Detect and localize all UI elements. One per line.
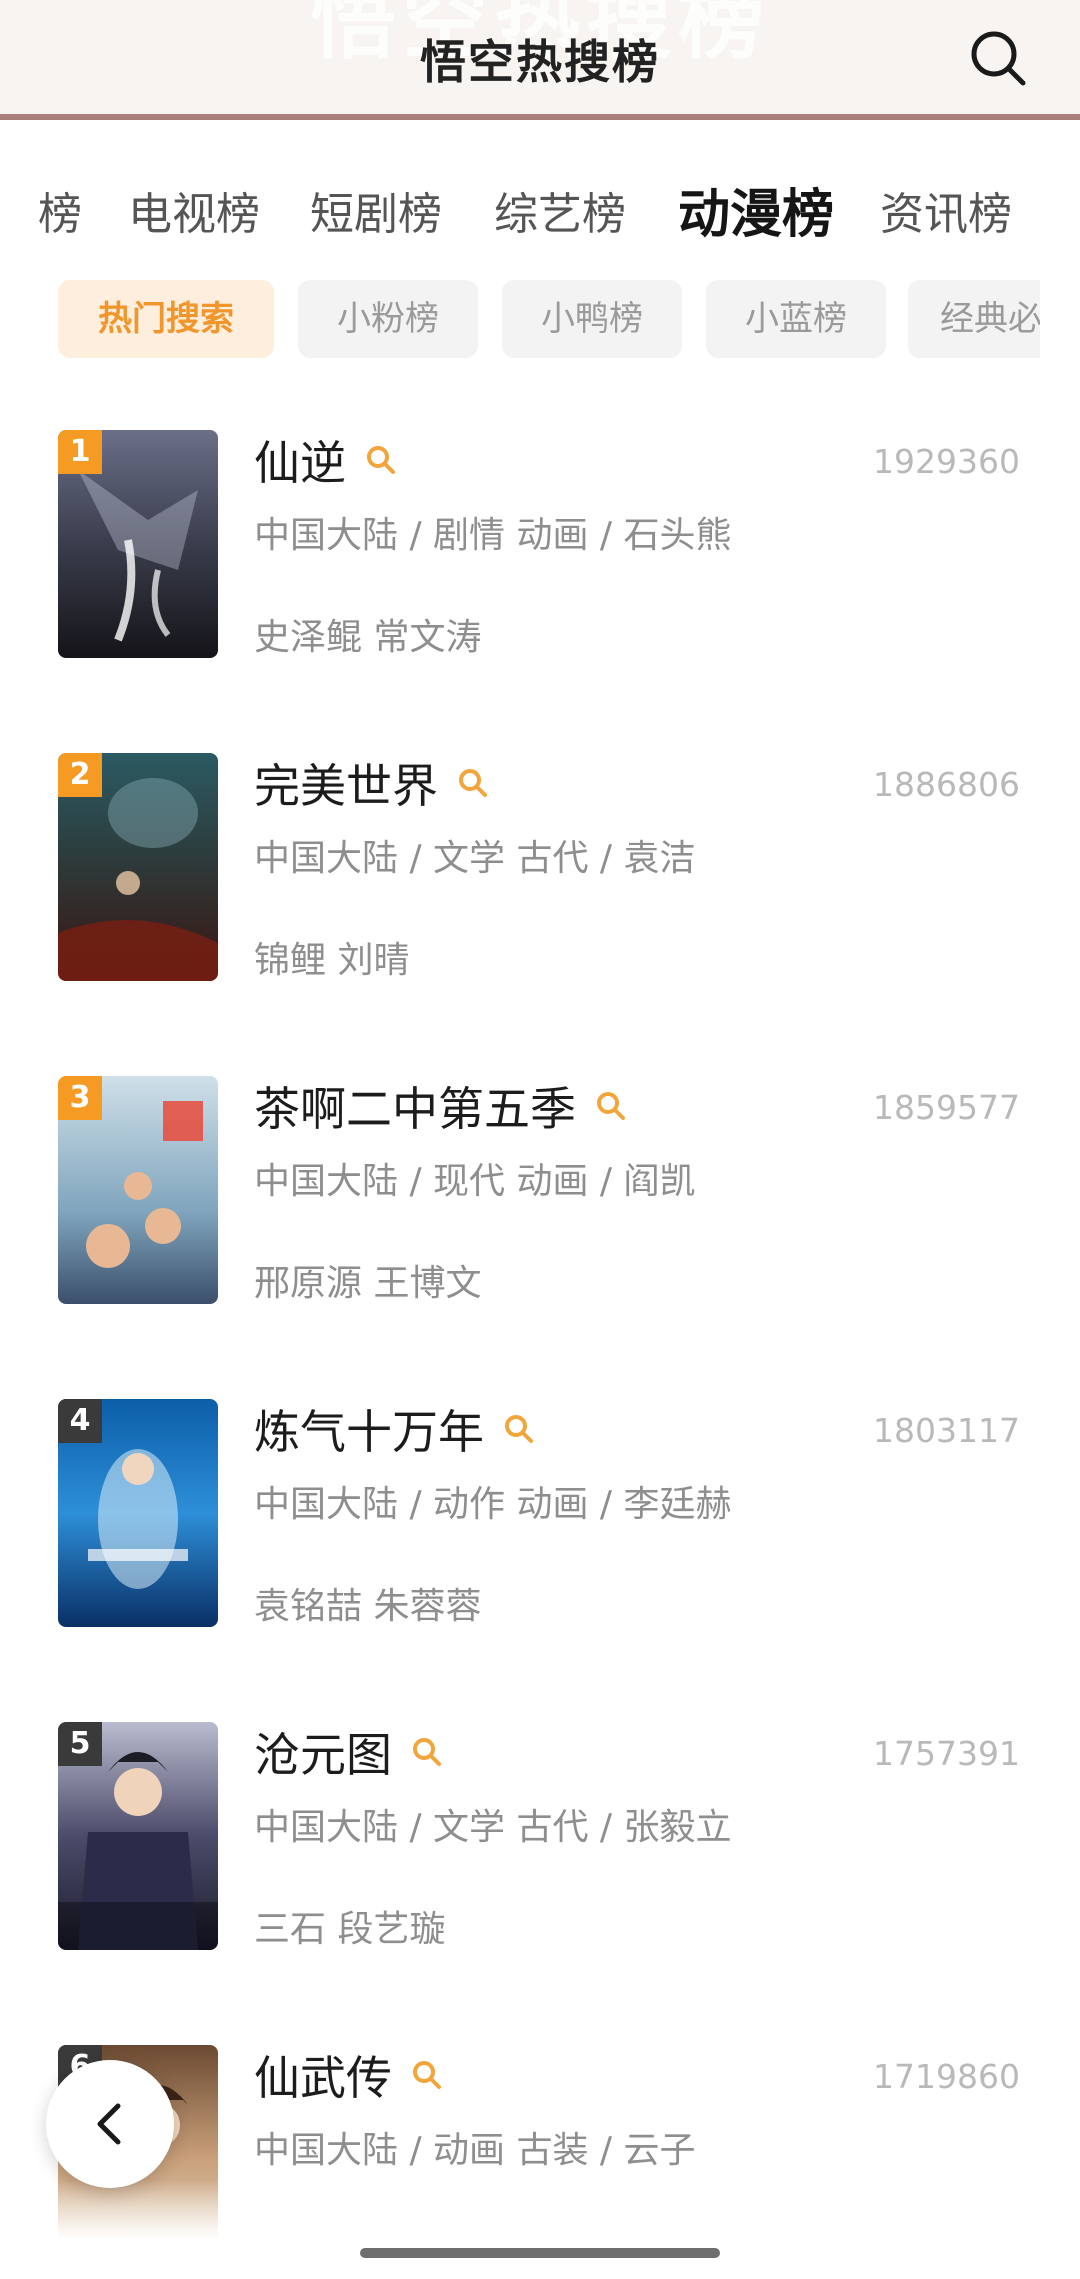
- back-button[interactable]: [46, 2060, 174, 2188]
- list-item[interactable]: 4 炼气十万年 1803117 中国大陆 / 动作 动画 / 李廷赫 袁铭喆 朱…: [0, 1399, 1080, 1629]
- search-count: 1886806: [873, 765, 1020, 804]
- item-cast: 邢原源 王博文: [254, 1263, 482, 1304]
- list-item[interactable]: 3 茶啊二中第五季 1859577 中国大陆 / 现代 动画 / 阎凯 邢原源 …: [0, 1076, 1080, 1306]
- rank-badge: 4: [58, 1399, 102, 1443]
- chip-xiaolan[interactable]: 小蓝榜: [706, 280, 886, 358]
- item-title[interactable]: 茶啊二中第五季: [254, 1073, 576, 1139]
- tab-tv[interactable]: 电视榜: [128, 180, 260, 250]
- title-row: 仙武传: [254, 2045, 444, 2105]
- tab-variety[interactable]: 综艺榜: [494, 180, 626, 250]
- header-divider: [0, 114, 1080, 120]
- item-meta: 中国大陆 / 动作 动画 / 李廷赫: [254, 1484, 732, 1525]
- tab-anime[interactable]: 动漫榜: [678, 180, 834, 250]
- title-row: 完美世界: [254, 753, 490, 813]
- list-item[interactable]: 1 仙逆 1929360 中国大陆 / 剧情 动画 / 石头熊 史泽鲲 常文涛: [0, 430, 1080, 660]
- list-item[interactable]: 5 沧元图 1757391 中国大陆 / 文学 古代 / 张毅立 三石 段艺璇: [0, 1722, 1080, 1952]
- item-title[interactable]: 炼气十万年: [254, 1396, 484, 1462]
- item-meta: 中国大陆 / 动画 古装 / 云子: [254, 2130, 696, 2171]
- search-count: 1803117: [873, 1411, 1020, 1450]
- search-hint-icon[interactable]: [456, 766, 490, 800]
- chip-hot-search[interactable]: 热门搜索: [58, 280, 274, 358]
- item-cast: 史泽鲲 常文涛: [254, 617, 482, 658]
- tab-short-drama[interactable]: 短剧榜: [310, 180, 442, 250]
- poster-image[interactable]: 2: [58, 753, 218, 981]
- category-tabs: 榜 电视榜 短剧榜 综艺榜 动漫榜 资讯榜: [0, 180, 1080, 250]
- page-title: 悟空热搜榜: [420, 35, 660, 89]
- search-count: 1859577: [873, 1088, 1020, 1127]
- chip-xiaoya[interactable]: 小鸭榜: [502, 280, 682, 358]
- bottom-fade: [0, 2180, 1080, 2279]
- poster-image[interactable]: 5: [58, 1722, 218, 1950]
- item-title[interactable]: 仙武传: [254, 2042, 392, 2108]
- tab-news[interactable]: 资讯榜: [880, 180, 1012, 250]
- title-row: 仙逆: [254, 430, 398, 490]
- search-hint-icon[interactable]: [502, 1412, 536, 1446]
- item-meta: 中国大陆 / 文学 古代 / 袁洁: [254, 838, 696, 879]
- list-item[interactable]: 2 完美世界 1886806 中国大陆 / 文学 古代 / 袁洁 锦鲤 刘晴: [0, 753, 1080, 983]
- chevron-left-icon: [97, 2103, 121, 2145]
- search-count: 1719860: [873, 2057, 1020, 2096]
- rank-badge: 1: [58, 430, 102, 474]
- item-cast: 三石 段艺璇: [254, 1909, 446, 1950]
- rank-badge: 5: [58, 1722, 102, 1766]
- item-cast: 锦鲤 刘晴: [254, 940, 410, 981]
- search-hint-icon[interactable]: [410, 2058, 444, 2092]
- tab-partial[interactable]: 榜: [38, 180, 82, 250]
- search-hint-icon[interactable]: [364, 443, 398, 477]
- chip-xiaofen[interactable]: 小粉榜: [298, 280, 478, 358]
- poster-image[interactable]: 4: [58, 1399, 218, 1627]
- item-title[interactable]: 仙逆: [254, 427, 346, 493]
- item-meta: 中国大陆 / 剧情 动画 / 石头熊: [254, 515, 732, 556]
- sub-ranking-chips: 热门搜索 小粉榜 小鸭榜 小蓝榜 经典必: [0, 280, 1040, 360]
- item-title[interactable]: 完美世界: [254, 750, 438, 816]
- item-title[interactable]: 沧元图: [254, 1719, 392, 1785]
- title-row: 炼气十万年: [254, 1399, 536, 1459]
- home-indicator[interactable]: [360, 2248, 720, 2258]
- search-count: 1929360: [873, 442, 1020, 481]
- search-hint-icon[interactable]: [594, 1089, 628, 1123]
- rank-badge: 3: [58, 1076, 102, 1120]
- top-header: 悟空热搜榜 悟空热搜榜: [0, 0, 1080, 120]
- item-meta: 中国大陆 / 文学 古代 / 张毅立: [254, 1807, 732, 1848]
- search-hint-icon[interactable]: [410, 1735, 444, 1769]
- title-row: 沧元图: [254, 1722, 444, 1782]
- title-row: 茶啊二中第五季: [254, 1076, 628, 1136]
- item-meta: 中国大陆 / 现代 动画 / 阎凯: [254, 1161, 696, 1202]
- search-icon[interactable]: [968, 28, 1028, 88]
- search-count: 1757391: [873, 1734, 1020, 1773]
- item-cast: 袁铭喆 朱蓉蓉: [254, 1586, 482, 1627]
- chip-classic[interactable]: 经典必: [908, 280, 1040, 358]
- rank-badge: 2: [58, 753, 102, 797]
- poster-image[interactable]: 1: [58, 430, 218, 658]
- poster-image[interactable]: 3: [58, 1076, 218, 1304]
